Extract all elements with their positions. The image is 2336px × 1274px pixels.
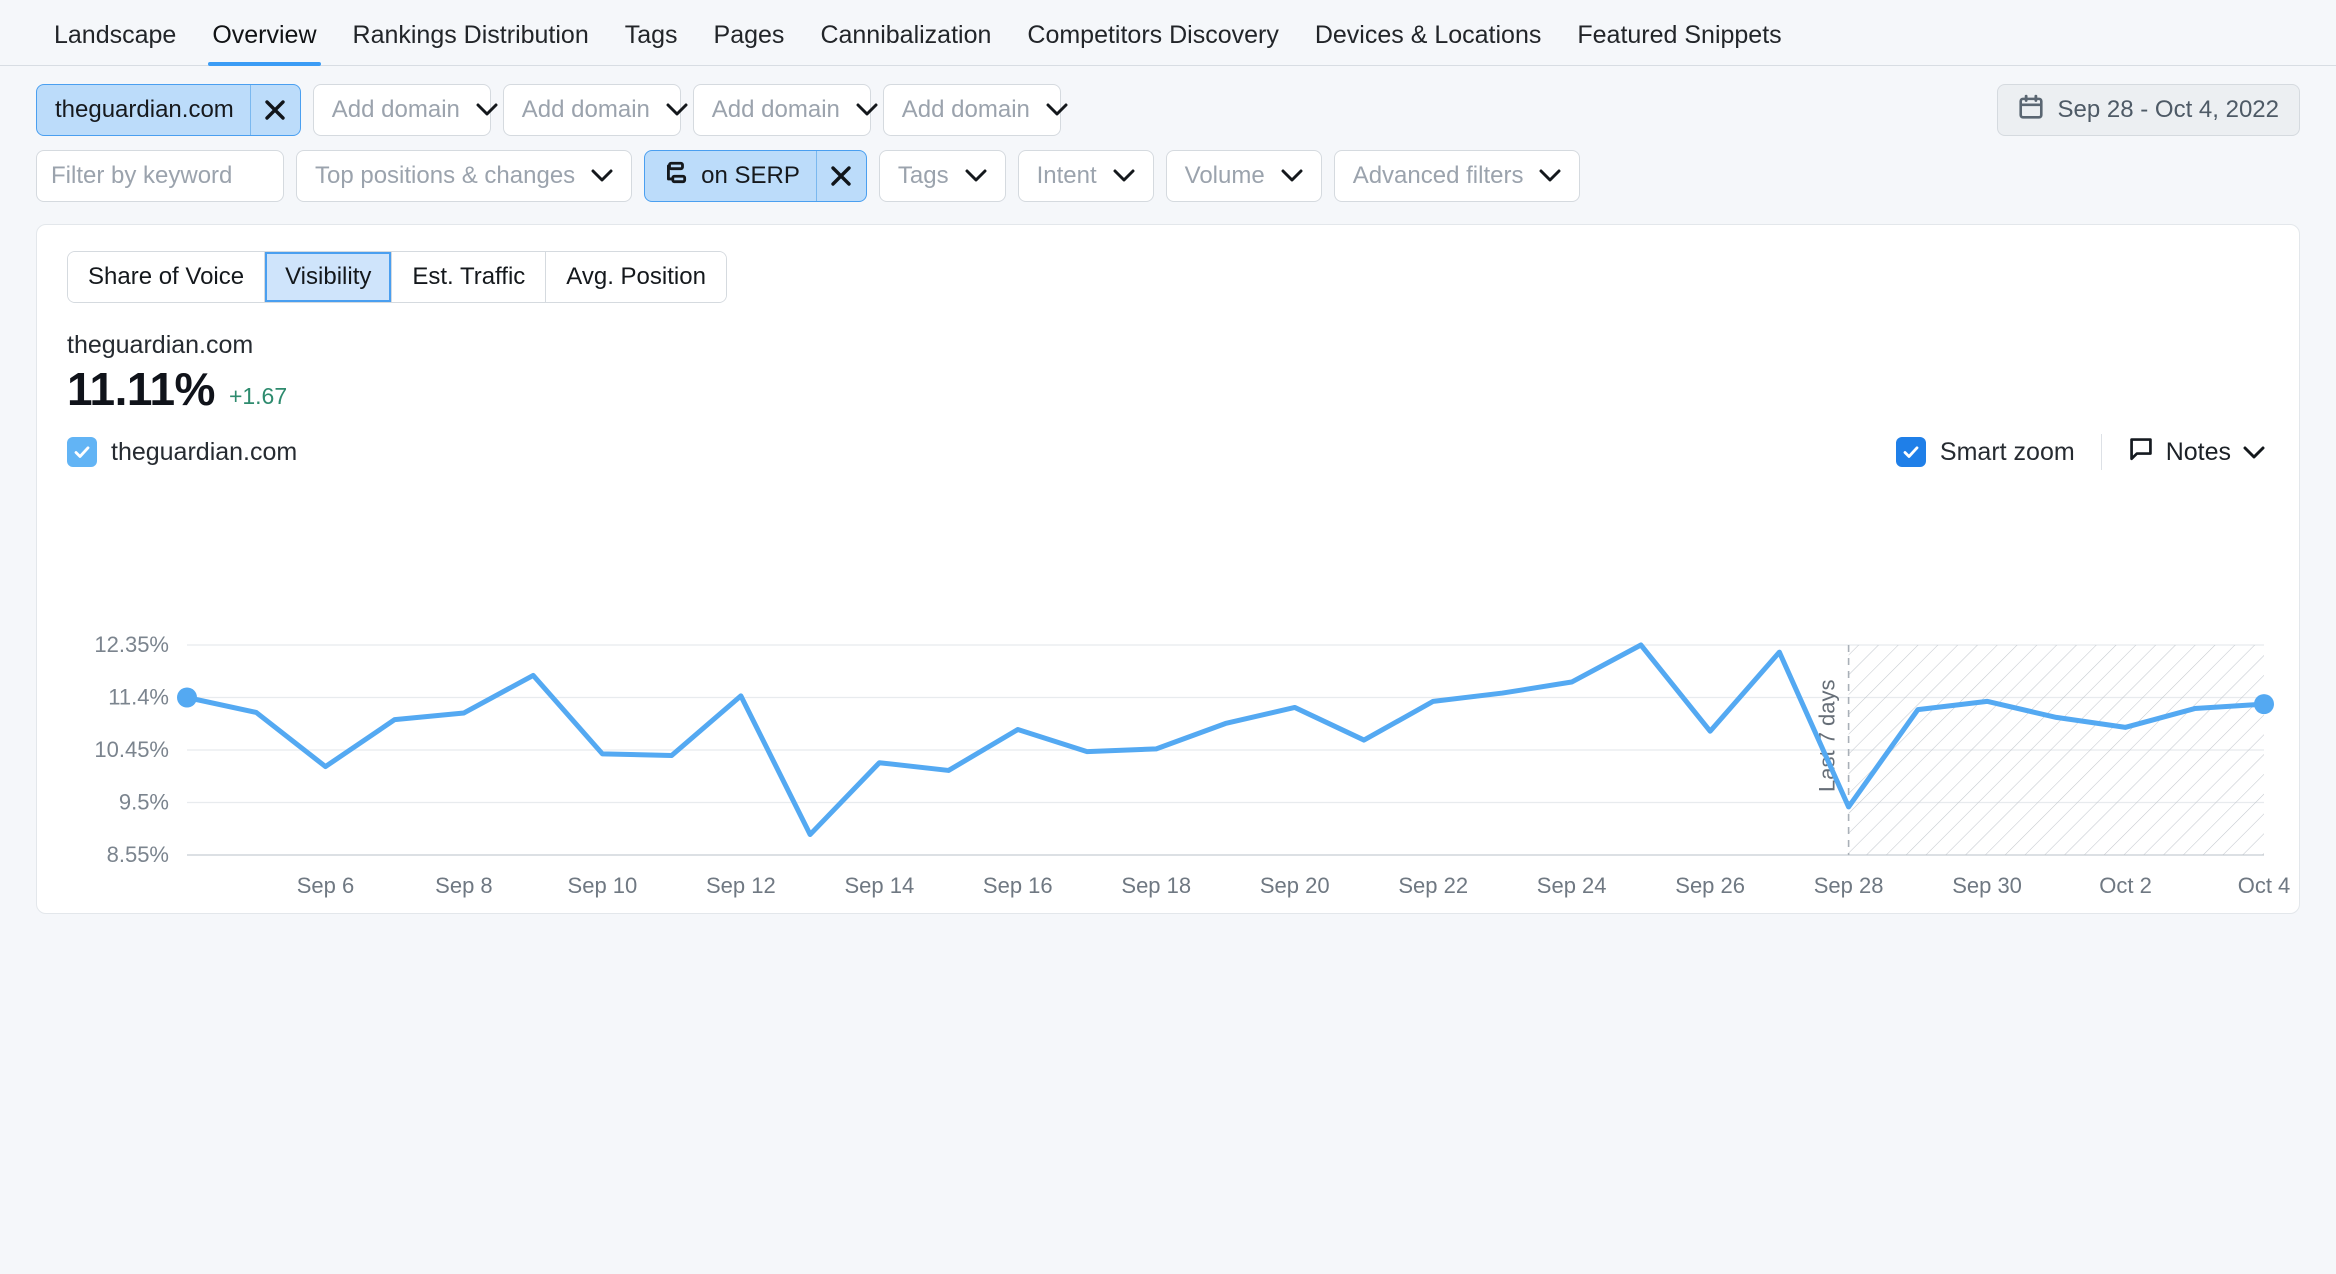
add-domain-label: Add domain — [711, 96, 840, 123]
filter-toolbar: theguardian.com Add domain Add domain Ad… — [0, 66, 2336, 202]
advanced-filters-button[interactable]: Advanced filters — [1333, 150, 1581, 202]
add-domain-label: Add domain — [521, 96, 650, 123]
intent-label: Intent — [1036, 162, 1097, 189]
kpi-value-row: 11.11% +1.67 — [67, 366, 2299, 412]
domain-pill-theguardian[interactable]: theguardian.com — [36, 84, 301, 136]
top-positions-filter[interactable]: Top positions & changes — [296, 150, 633, 202]
tab-cannibalization[interactable]: Cannibalization — [802, 23, 1009, 65]
tab-landscape[interactable]: Landscape — [36, 23, 194, 65]
advanced-filters-label: Advanced filters — [1352, 162, 1524, 189]
domain-pill-label: theguardian.com — [55, 96, 234, 123]
keyword-search-box[interactable] — [36, 150, 284, 202]
legend-label: theguardian.com — [111, 437, 298, 466]
add-domain-label: Add domain — [901, 96, 1030, 123]
notes-dropdown[interactable]: Notes — [2128, 436, 2265, 469]
tab-tags[interactable]: Tags — [607, 23, 696, 65]
svg-text:11.4%: 11.4% — [108, 685, 169, 710]
top-positions-label: Top positions & changes — [315, 162, 576, 189]
svg-text:12.35%: 12.35% — [94, 632, 169, 657]
kpi-delta: +1.67 — [228, 383, 288, 409]
keyword-filter-row: Top positions & changes on SERP — [36, 150, 2300, 202]
tab-pages[interactable]: Pages — [696, 23, 803, 65]
serp-features-icon — [663, 160, 689, 193]
svg-text:Sep 30: Sep 30 — [1952, 873, 2022, 898]
kpi-block: theguardian.com 11.11% +1.67 — [67, 331, 2299, 412]
kpi-value: 11.11% — [67, 363, 215, 415]
note-icon — [2128, 436, 2154, 469]
svg-text:Sep 12: Sep 12 — [706, 873, 776, 898]
add-domain-button-3[interactable]: Add domain — [692, 84, 878, 136]
svg-text:9.5%: 9.5% — [119, 790, 169, 815]
svg-text:Sep 18: Sep 18 — [1121, 873, 1191, 898]
svg-text:Sep 16: Sep 16 — [983, 873, 1053, 898]
add-domain-button-2[interactable]: Add domain — [502, 84, 688, 136]
on-serp-filter-pill[interactable]: on SERP — [644, 150, 867, 202]
chart-controls: Smart zoom Notes — [1895, 434, 2265, 470]
smart-zoom-checkbox[interactable] — [1895, 437, 1926, 467]
svg-text:Sep 14: Sep 14 — [844, 873, 914, 898]
svg-text:Sep 26: Sep 26 — [1675, 873, 1745, 898]
volume-label: Volume — [1184, 162, 1265, 189]
tags-label: Tags — [897, 162, 949, 189]
add-domain-label: Add domain — [331, 96, 460, 123]
visibility-chart-card: Share of Voice Visibility Est. Traffic A… — [36, 224, 2300, 914]
tab-devices-locations[interactable]: Devices & Locations — [1297, 23, 1560, 65]
svg-text:8.55%: 8.55% — [107, 842, 169, 867]
tab-share-of-voice[interactable]: Share of Voice — [68, 252, 266, 302]
chevron-down-icon — [965, 169, 987, 183]
svg-text:Sep 6: Sep 6 — [297, 873, 355, 898]
svg-text:Sep 22: Sep 22 — [1398, 873, 1468, 898]
svg-text:Sep 24: Sep 24 — [1537, 873, 1607, 898]
metric-tab-group: Share of Voice Visibility Est. Traffic A… — [67, 251, 727, 303]
chart-svg: 12.35%11.4%10.45%9.5%8.55%Last 7 daysSep… — [94, 632, 2291, 898]
chevron-down-icon — [666, 103, 688, 117]
chevron-down-icon — [1113, 169, 1135, 183]
volume-filter[interactable]: Volume — [1165, 150, 1322, 202]
svg-text:Sep 8: Sep 8 — [435, 873, 493, 898]
on-serp-label: on SERP — [701, 162, 800, 189]
chevron-down-icon — [476, 103, 498, 117]
chevron-down-icon — [1539, 169, 1561, 183]
tab-featured-snippets[interactable]: Featured Snippets — [1559, 23, 1799, 65]
notes-label: Notes — [2165, 437, 2231, 466]
tags-filter[interactable]: Tags — [878, 150, 1006, 202]
svg-text:Oct 4: Oct 4 — [2238, 873, 2291, 898]
smart-zoom-toggle[interactable]: Smart zoom — [1895, 437, 2075, 467]
search-input[interactable] — [37, 151, 283, 201]
close-icon[interactable] — [249, 85, 300, 135]
tab-competitors-discovery[interactable]: Competitors Discovery — [1009, 23, 1296, 65]
tab-overview[interactable]: Overview — [194, 23, 334, 66]
chevron-down-icon — [1281, 169, 1303, 183]
svg-text:Sep 28: Sep 28 — [1814, 873, 1884, 898]
divider — [2100, 434, 2102, 470]
smart-zoom-label: Smart zoom — [1939, 437, 2075, 466]
legend-checkbox[interactable] — [67, 437, 97, 467]
calendar-icon — [2018, 94, 2044, 127]
chevron-down-icon — [856, 103, 878, 117]
svg-text:Oct 2: Oct 2 — [2099, 873, 2152, 898]
chart-legend-row: theguardian.com Smart zoom Notes — [67, 434, 2265, 470]
intent-filter[interactable]: Intent — [1017, 150, 1154, 202]
legend-item-theguardian[interactable]: theguardian.com — [67, 437, 297, 467]
tab-avg-position[interactable]: Avg. Position — [546, 252, 726, 302]
tab-est-traffic[interactable]: Est. Traffic — [392, 252, 547, 302]
svg-text:10.45%: 10.45% — [94, 737, 169, 762]
add-domain-button-4[interactable]: Add domain — [882, 84, 1068, 136]
svg-text:Sep 10: Sep 10 — [568, 873, 638, 898]
chevron-down-icon — [591, 169, 613, 183]
tab-rankings-distribution[interactable]: Rankings Distribution — [335, 23, 607, 65]
tab-visibility[interactable]: Visibility — [265, 252, 393, 302]
chevron-down-icon — [1046, 103, 1068, 117]
date-range-picker[interactable]: Sep 28 - Oct 4, 2022 — [1996, 84, 2300, 136]
date-range-label: Sep 28 - Oct 4, 2022 — [2057, 96, 2279, 123]
kpi-domain-label: theguardian.com — [67, 331, 254, 359]
chevron-down-icon — [2243, 438, 2265, 467]
domain-filter-row: theguardian.com Add domain Add domain Ad… — [36, 84, 2300, 136]
svg-text:Sep 20: Sep 20 — [1260, 873, 1330, 898]
add-domain-button-1[interactable]: Add domain — [312, 84, 498, 136]
visibility-line-chart[interactable]: 12.35% 11.4% 10.45% 9.5% 8.55% Last 7 days Sep… — [37, 625, 2299, 913]
close-icon[interactable] — [815, 151, 866, 201]
main-nav-tabs: Landscape Overview Rankings Distribution… — [0, 0, 2336, 66]
